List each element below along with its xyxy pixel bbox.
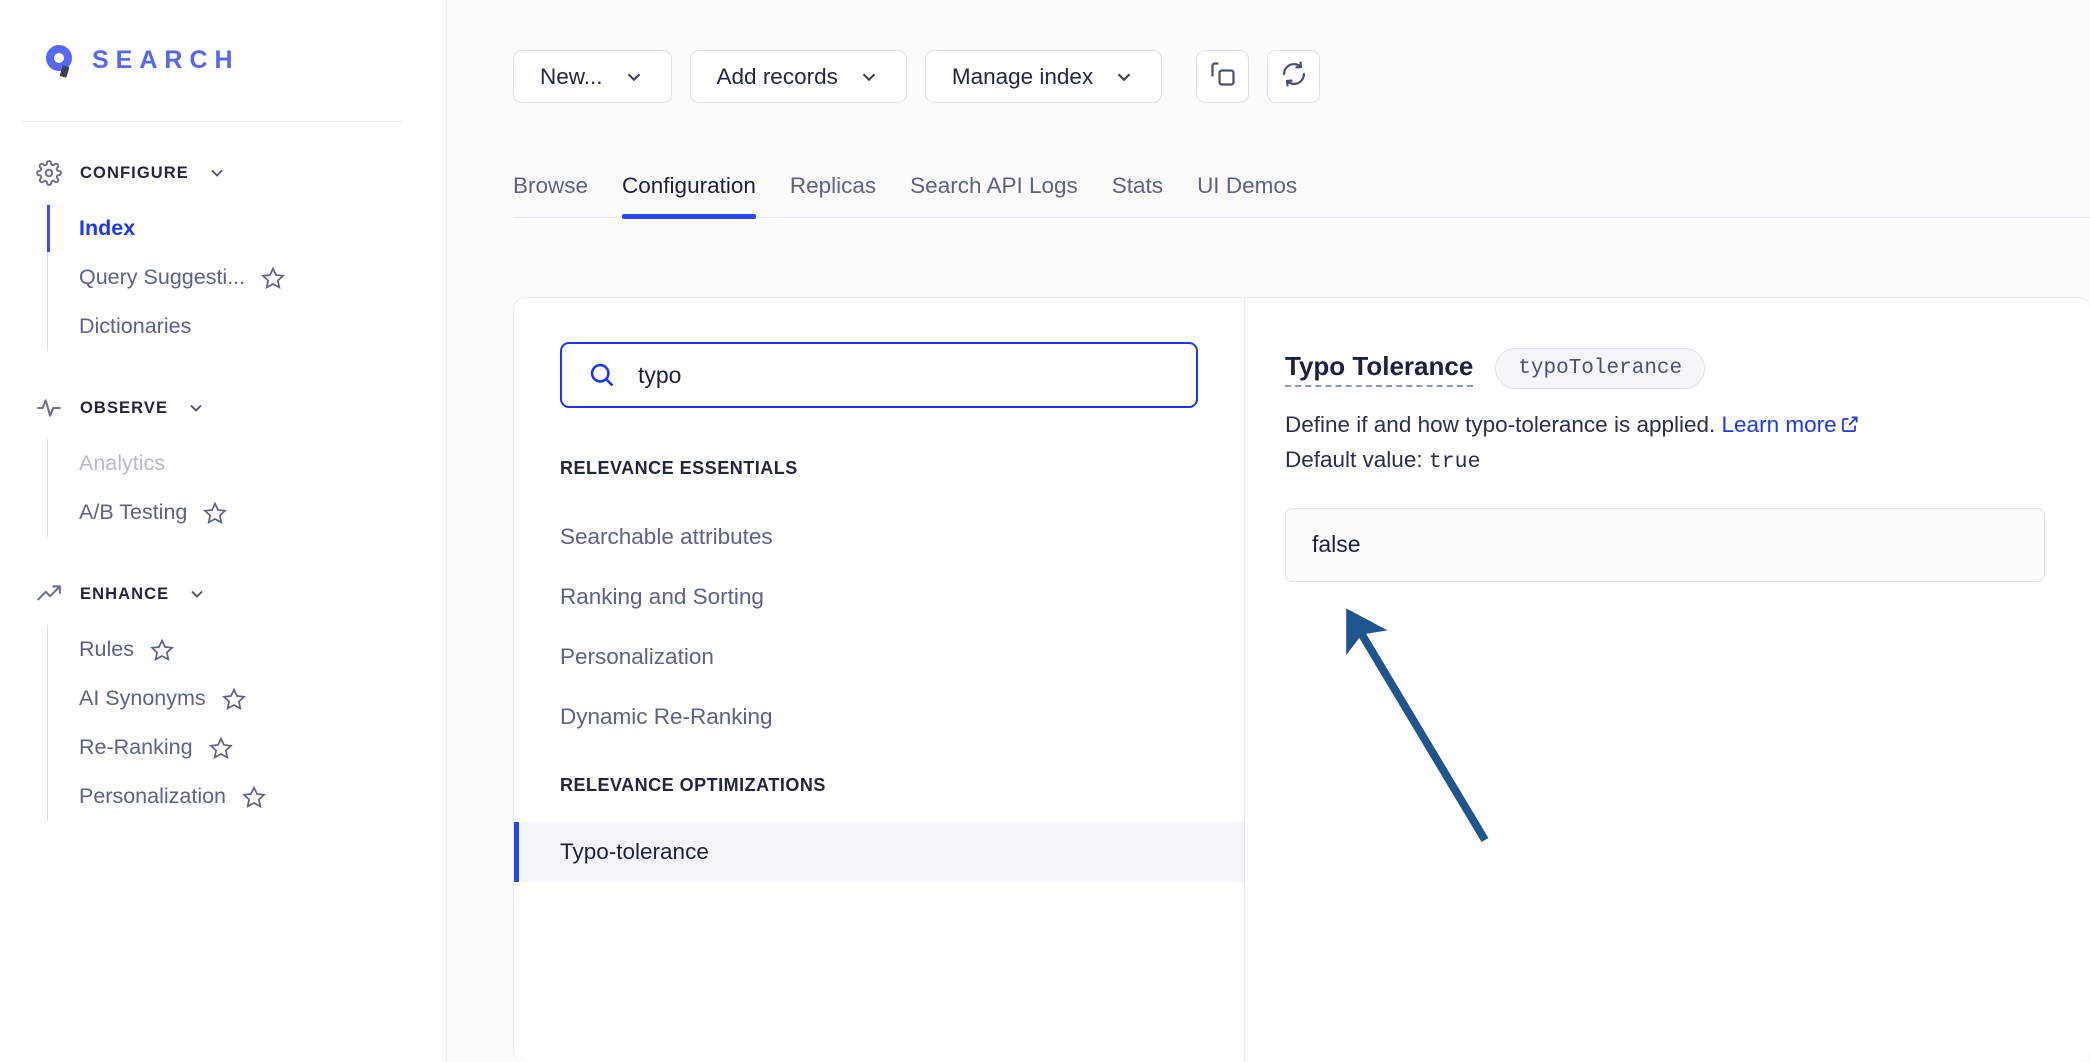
star-icon[interactable]: [261, 266, 286, 290]
settings-search-box[interactable]: typo: [560, 342, 1198, 408]
detail-title: Typo Tolerance: [1285, 351, 1474, 387]
sidebar-item-query-suggestions[interactable]: Query Suggesti...: [48, 253, 446, 302]
sidebar-group-label: ENHANCE: [80, 584, 170, 603]
star-icon[interactable]: [203, 501, 228, 525]
star-icon[interactable]: [242, 785, 266, 809]
setting-dynamic-re-ranking[interactable]: Dynamic Re-Ranking: [514, 687, 1244, 747]
star-icon[interactable]: [208, 736, 233, 760]
sidebar-item-label: Dictionaries: [79, 314, 192, 338]
configuration-card: typo RELEVANCE ESSENTIALS Searchable att…: [513, 297, 2090, 1062]
detail-description: Define if and how typo-tolerance is appl…: [1285, 409, 2090, 478]
chevron-down-icon: [858, 66, 880, 88]
manage-index-button-label: Manage index: [951, 63, 1094, 89]
tab-ui-demos[interactable]: UI Demos: [1180, 173, 1314, 217]
algolia-logo-icon: [44, 43, 74, 78]
sidebar-items-configure: Index Query Suggesti... Dictionaries: [46, 204, 446, 351]
chevron-down-icon: [187, 584, 207, 604]
sidebar-group-header-enhance[interactable]: ENHANCE: [0, 579, 446, 609]
tab-search-api-logs[interactable]: Search API Logs: [893, 173, 1095, 217]
learn-more-link[interactable]: Learn more: [1722, 412, 1837, 437]
section-heading-relevance-essentials: RELEVANCE ESSENTIALS: [560, 458, 798, 478]
sidebar-items-enhance: Rules AI Synonyms Re-Ranking Personaliza…: [47, 625, 446, 821]
setting-ranking-and-sorting[interactable]: Ranking and Sorting: [514, 567, 1244, 627]
typo-tolerance-select-value: false: [1312, 531, 1361, 558]
sidebar-group-label: CONFIGURE: [80, 163, 189, 182]
settings-list-panel: typo RELEVANCE ESSENTIALS Searchable att…: [514, 298, 1245, 1062]
tab-browse[interactable]: Browse: [513, 173, 605, 217]
brand-logo[interactable]: SEARCH: [0, 0, 446, 78]
sidebar-item-label: Personalization: [79, 784, 227, 808]
detail-parameter-badge: typoTolerance: [1495, 348, 1706, 389]
setting-searchable-attributes[interactable]: Searchable attributes: [514, 507, 1244, 567]
copy-index-button[interactable]: [1196, 50, 1250, 103]
star-icon[interactable]: [221, 687, 246, 711]
setting-personalization[interactable]: Personalization: [514, 627, 1244, 687]
sidebar-item-ab-testing[interactable]: A/B Testing: [48, 488, 446, 537]
index-toolbar: New... Add records Manage index: [513, 50, 1321, 103]
settings-search-input[interactable]: typo: [638, 362, 681, 389]
sidebar-items-observe: Analytics A/B Testing: [47, 439, 446, 537]
tab-replicas[interactable]: Replicas: [773, 173, 893, 217]
sidebar-item-label: Analytics: [79, 451, 166, 475]
add-records-button[interactable]: Add records: [689, 50, 907, 103]
sidebar-group-header-configure[interactable]: CONFIGURE: [0, 158, 446, 188]
trending-up-icon: [36, 581, 62, 607]
sidebar-group-label: OBSERVE: [80, 398, 169, 417]
manage-index-button[interactable]: Manage index: [924, 50, 1163, 103]
sidebar-item-re-ranking[interactable]: Re-Ranking: [48, 723, 446, 772]
star-icon[interactable]: [150, 638, 174, 662]
typo-tolerance-select[interactable]: false: [1285, 507, 2045, 582]
sidebar-item-index[interactable]: Index: [46, 204, 446, 253]
setting-detail-panel: Typo Tolerance typoTolerance Define if a…: [1245, 298, 2090, 1062]
sidebar-divider: [22, 121, 402, 122]
sidebar-item-analytics[interactable]: Analytics: [48, 439, 446, 488]
app-root: SEARCH CONFIGURE Index Query Suggesti...: [0, 0, 2090, 1062]
sidebar-item-label: Rules: [79, 637, 134, 661]
chevron-down-icon: [207, 163, 227, 183]
setting-typo-tolerance[interactable]: Typo-tolerance: [514, 822, 1244, 882]
sidebar-item-dictionaries[interactable]: Dictionaries: [48, 302, 446, 351]
sidebar-group-enhance: ENHANCE Rules AI Synonyms Re-Ranking Per…: [0, 579, 446, 821]
brand-name: SEARCH: [92, 45, 240, 74]
sidebar-item-ai-synonyms[interactable]: AI Synonyms: [48, 674, 446, 723]
chevron-down-icon: [623, 66, 645, 88]
index-tabs: Browse Configuration Replicas Search API…: [513, 160, 2090, 219]
tab-stats[interactable]: Stats: [1095, 173, 1180, 217]
new-button[interactable]: New...: [513, 50, 672, 103]
default-value: true: [1428, 449, 1481, 474]
pulse-icon: [36, 395, 62, 421]
sidebar: SEARCH CONFIGURE Index Query Suggesti...: [0, 0, 447, 1062]
add-records-button-label: Add records: [716, 63, 838, 89]
detail-header: Typo Tolerance typoTolerance: [1285, 348, 2090, 389]
sidebar-item-label: Query Suggesti...: [79, 265, 246, 289]
sidebar-group-observe: OBSERVE Analytics A/B Testing: [0, 393, 446, 537]
tab-configuration[interactable]: Configuration: [605, 173, 773, 219]
default-value-label: Default value:: [1285, 446, 1423, 472]
sidebar-item-label: Index: [79, 216, 136, 240]
sidebar-item-personalization[interactable]: Personalization: [48, 772, 446, 821]
gear-icon: [36, 160, 62, 186]
chevron-down-icon: [186, 398, 206, 418]
new-button-label: New...: [540, 63, 603, 89]
copy-index-icon: [1209, 60, 1237, 93]
sidebar-group-configure: CONFIGURE Index Query Suggesti... Dictio…: [0, 158, 446, 351]
sidebar-item-label: AI Synonyms: [79, 686, 206, 710]
sidebar-item-rules[interactable]: Rules: [48, 625, 446, 674]
sidebar-group-header-observe[interactable]: OBSERVE: [0, 393, 446, 423]
chevron-down-icon: [1113, 66, 1135, 88]
external-link-icon[interactable]: [1840, 414, 1860, 439]
sidebar-item-label: Re-Ranking: [79, 735, 193, 759]
section-heading-relevance-optimizations: RELEVANCE OPTIMIZATIONS: [560, 775, 826, 795]
detail-description-text: Define if and how typo-tolerance is appl…: [1285, 412, 1716, 437]
refresh-button[interactable]: [1267, 50, 1321, 103]
sidebar-item-label: A/B Testing: [79, 500, 188, 524]
search-icon: [588, 361, 616, 389]
refresh-icon: [1280, 60, 1308, 93]
